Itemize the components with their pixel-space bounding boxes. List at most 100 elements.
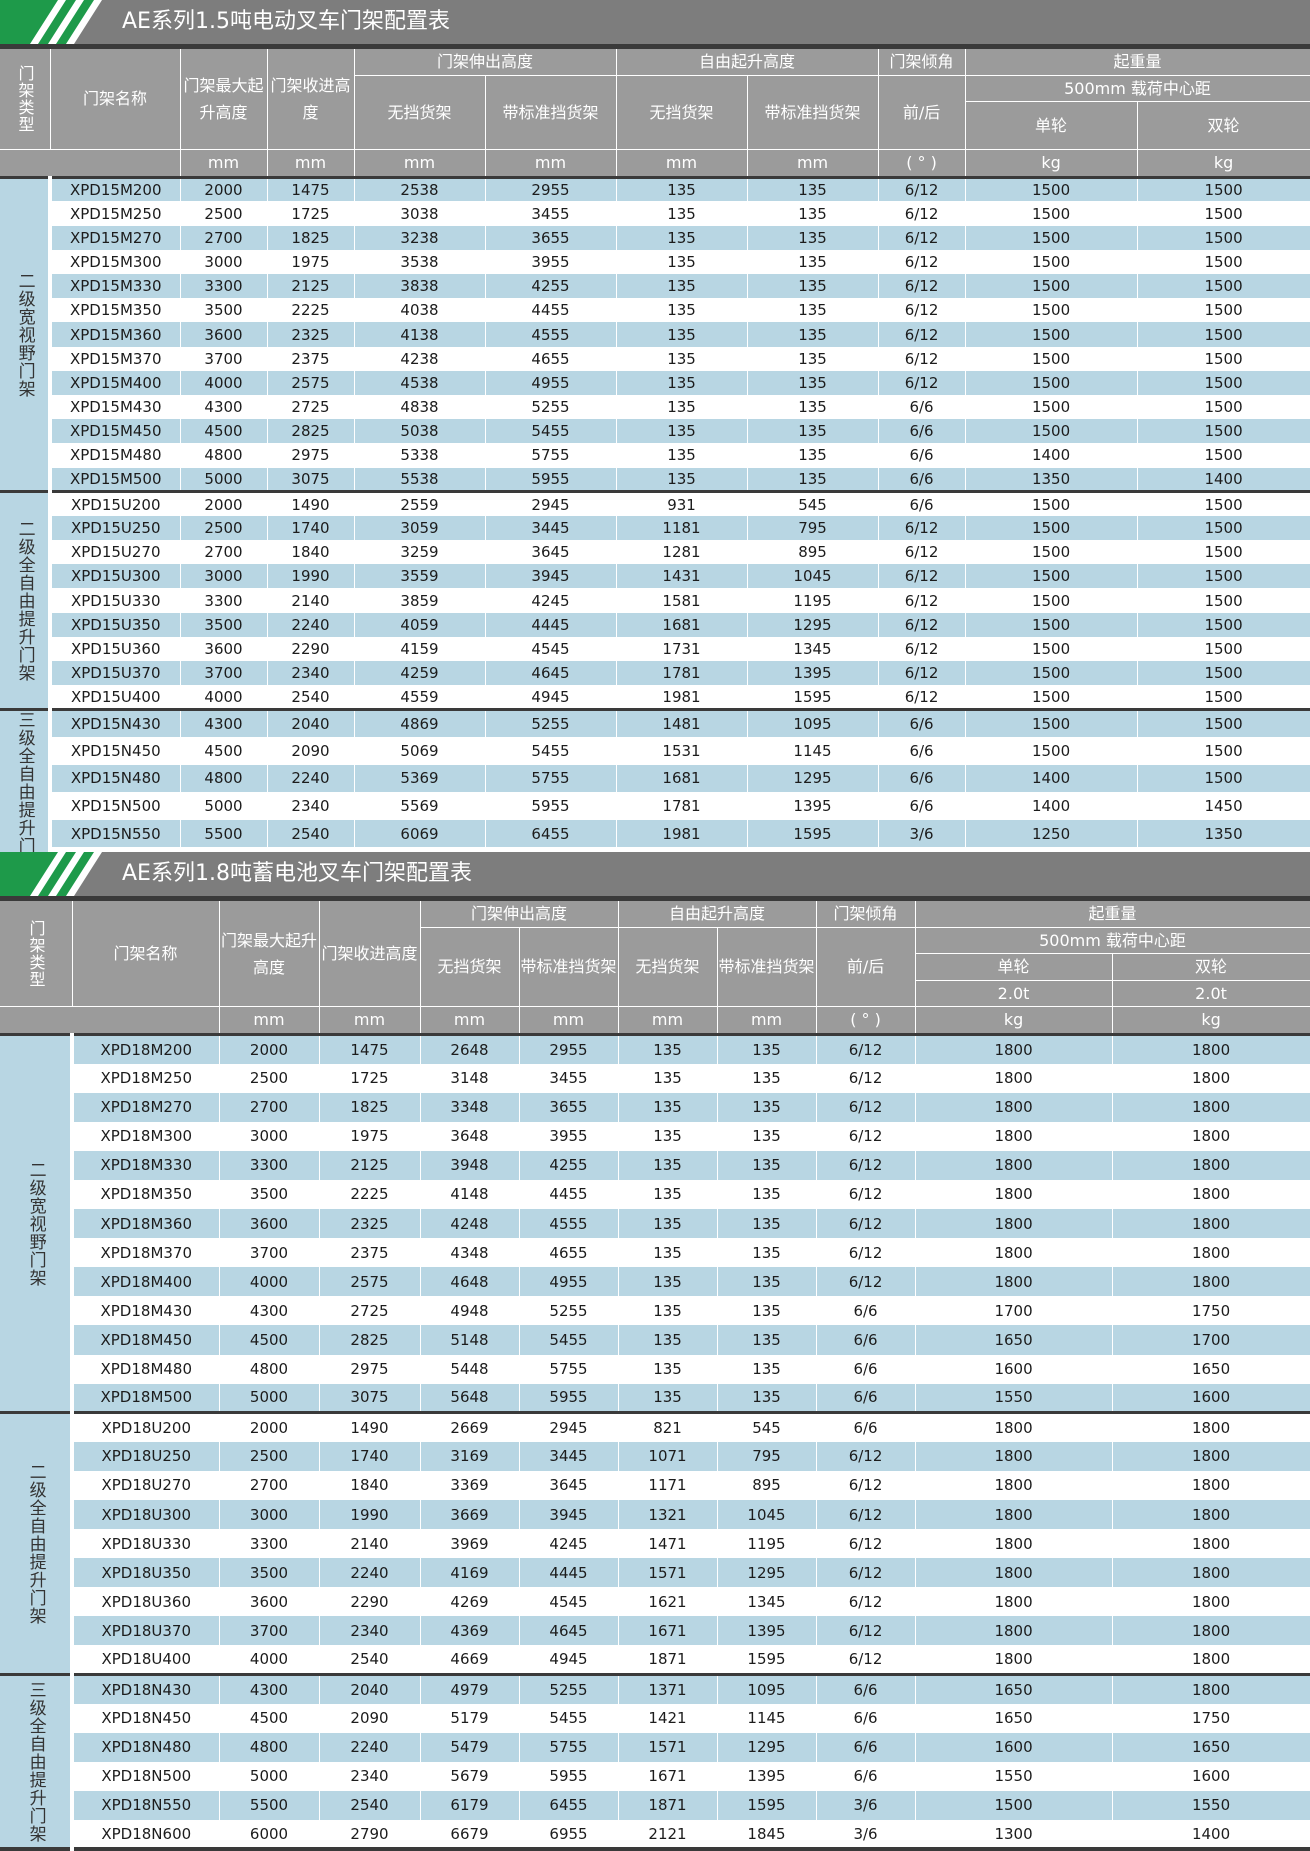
table-cell: 4945 bbox=[485, 685, 617, 710]
table-cell: 4500 bbox=[180, 736, 268, 765]
table-cell: 3700 bbox=[219, 1616, 320, 1646]
mast-type-label: 二级全自由提升门架 bbox=[0, 1411, 74, 1675]
header-dual-capacity: 2.0t bbox=[1112, 980, 1310, 1008]
table-cell: 4538 bbox=[354, 370, 486, 395]
table-cell: 1800 bbox=[915, 1209, 1113, 1239]
table-row: XPD15M430 4300 2725 4838 5255 135 135 6/6 1500 15… bbox=[0, 394, 1310, 420]
table-cell: 1500 bbox=[1137, 685, 1310, 710]
table-cell: 2790 bbox=[319, 1820, 421, 1850]
table-cell: 1650 bbox=[1112, 1354, 1310, 1384]
table-cell: 2725 bbox=[319, 1296, 421, 1326]
table-row: XPD18N480 4800 2240 5479 5755 1571 1295 6/6 1600… bbox=[0, 1732, 1310, 1762]
table-cell: 4300 bbox=[180, 707, 268, 737]
table-cell: 6/12 bbox=[878, 177, 966, 202]
mast-name-cell: XPD15N550 bbox=[50, 819, 181, 848]
table-row: XPD18M370 3700 2375 4348 4655 135 135 6/12 1800 1… bbox=[0, 1238, 1310, 1268]
table-cell: 1500 bbox=[965, 736, 1138, 765]
mast-name-cell: XPD18U330 bbox=[72, 1529, 220, 1559]
table-cell: 6/12 bbox=[816, 1587, 916, 1617]
table-cell: 6/6 bbox=[816, 1383, 916, 1413]
table-cell: 3648 bbox=[420, 1121, 520, 1151]
table-cell: 6/6 bbox=[816, 1354, 916, 1384]
table-cell: 135 bbox=[747, 225, 879, 250]
mast-name-cell: XPD18U360 bbox=[72, 1587, 220, 1617]
header-extended-height: 门架伸出高度 bbox=[354, 46, 617, 76]
table-cell: 1500 bbox=[965, 540, 1138, 565]
table-cell: 1395 bbox=[717, 1761, 817, 1791]
table-cell: 2955 bbox=[485, 177, 617, 202]
table-cell: 2240 bbox=[319, 1732, 421, 1762]
table-cell: 1800 bbox=[915, 1150, 1113, 1180]
header-ext-no-backrest: 无挡货架 bbox=[354, 75, 486, 151]
table-cell: 135 bbox=[717, 1267, 817, 1297]
table-cell: 3445 bbox=[519, 1441, 619, 1471]
table-cell: 135 bbox=[618, 1238, 718, 1268]
table-row: XPD15N550 5500 2540 6069 6455 1981 1595 3/6 1250… bbox=[0, 819, 1310, 848]
table-cell: 1671 bbox=[618, 1761, 718, 1791]
table-row: XPD15U300 3000 1990 3559 3945 1431 1045 6/12 150… bbox=[0, 564, 1310, 589]
table-cell: 1981 bbox=[616, 819, 748, 848]
table-row: XPD18U360 3600 2290 4269 4545 1621 1345 6/12 180… bbox=[0, 1587, 1310, 1617]
table-cell: 2575 bbox=[319, 1267, 421, 1297]
table-cell: 4269 bbox=[420, 1587, 520, 1617]
table-cell: 2700 bbox=[180, 540, 268, 565]
table-cell: 1800 bbox=[1112, 1558, 1310, 1588]
table-cell: 3445 bbox=[485, 515, 617, 541]
table-cell: 1500 bbox=[1137, 707, 1310, 737]
table-cell: 3948 bbox=[420, 1150, 520, 1180]
table-cell: 3500 bbox=[219, 1179, 320, 1210]
table-cell: 6/12 bbox=[816, 1616, 916, 1646]
table-cell: 6/12 bbox=[816, 1121, 916, 1151]
table-cell: 1595 bbox=[747, 819, 879, 848]
table-cell: 3945 bbox=[485, 564, 617, 589]
mast-name-cell: XPD18U300 bbox=[72, 1499, 220, 1530]
table-row: XPD15N500 5000 2340 5569 5955 1781 1395 6/6 1400… bbox=[0, 792, 1310, 820]
header-ext-no-backrest: 无挡货架 bbox=[420, 927, 520, 1008]
table-cell: 1740 bbox=[319, 1441, 421, 1471]
table-cell: 4555 bbox=[485, 322, 617, 347]
table-row: XPD15M330 3300 2125 3838 4255 135 135 6/12 1500 1… bbox=[0, 274, 1310, 299]
table-row: XPD18M430 4300 2725 4948 5255 135 135 6/6 1700 17… bbox=[0, 1296, 1310, 1326]
table-row: 二级全自由提升门架 XPD15U200 2000 1490 2559 2945 931 545… bbox=[0, 490, 1310, 710]
table-cell: 135 bbox=[618, 1209, 718, 1239]
table-cell: 135 bbox=[618, 1179, 718, 1210]
table-cell: 545 bbox=[747, 490, 879, 516]
mast-name-cell: XPD15N430 bbox=[50, 707, 181, 737]
table-row: XPD15U370 3700 2340 4259 4645 1781 1395 6/12 150… bbox=[0, 661, 1310, 686]
table-cell: 1681 bbox=[616, 612, 748, 637]
table-cell: 3859 bbox=[354, 588, 486, 613]
table-cell: 4455 bbox=[485, 298, 617, 323]
spec-table: 门架类型 门架名称 门架最大起升高度 门架收进高度 门架伸出高度 自由起升高度 … bbox=[0, 896, 1310, 1851]
table-cell: 1800 bbox=[1112, 1034, 1310, 1064]
table-cell: 6/12 bbox=[816, 1499, 916, 1530]
unit-label: mm bbox=[747, 149, 879, 179]
table-cell: 1500 bbox=[1137, 346, 1310, 371]
mast-name-cell: XPD18U200 bbox=[72, 1411, 220, 1442]
table-cell: 2540 bbox=[267, 819, 355, 848]
table-cell: 135 bbox=[717, 1383, 817, 1413]
table-cell: 6/12 bbox=[878, 201, 966, 226]
table-cell: 1481 bbox=[616, 707, 748, 737]
table-cell: 3455 bbox=[519, 1063, 619, 1093]
table-cell: 2240 bbox=[267, 764, 355, 793]
mast-name-cell: XPD18M370 bbox=[72, 1238, 220, 1268]
table-cell: 1500 bbox=[965, 685, 1138, 710]
table-cell: 1095 bbox=[717, 1673, 817, 1704]
table-cell: 5455 bbox=[519, 1703, 619, 1733]
table-cell: 1500 bbox=[965, 707, 1138, 737]
table-row: XPD18U270 2700 1840 3369 3645 1171 895 6/12 1800… bbox=[0, 1470, 1310, 1500]
table-cell: 3300 bbox=[219, 1529, 320, 1559]
table-cell: 1500 bbox=[1137, 612, 1310, 637]
table-cell: 135 bbox=[616, 274, 748, 299]
table-cell: 1800 bbox=[1112, 1645, 1310, 1675]
table-cell: 3000 bbox=[219, 1121, 320, 1151]
table-cell: 3238 bbox=[354, 225, 486, 250]
table-cell: 5955 bbox=[485, 467, 617, 492]
table-cell: 4500 bbox=[180, 419, 268, 444]
table-cell: 4445 bbox=[519, 1558, 619, 1588]
table-cell: 1990 bbox=[267, 564, 355, 589]
table-cell: 1071 bbox=[618, 1441, 718, 1471]
table-cell: 6/6 bbox=[878, 764, 966, 793]
table-cell: 6/6 bbox=[816, 1296, 916, 1326]
table-cell: 4545 bbox=[519, 1587, 619, 1617]
